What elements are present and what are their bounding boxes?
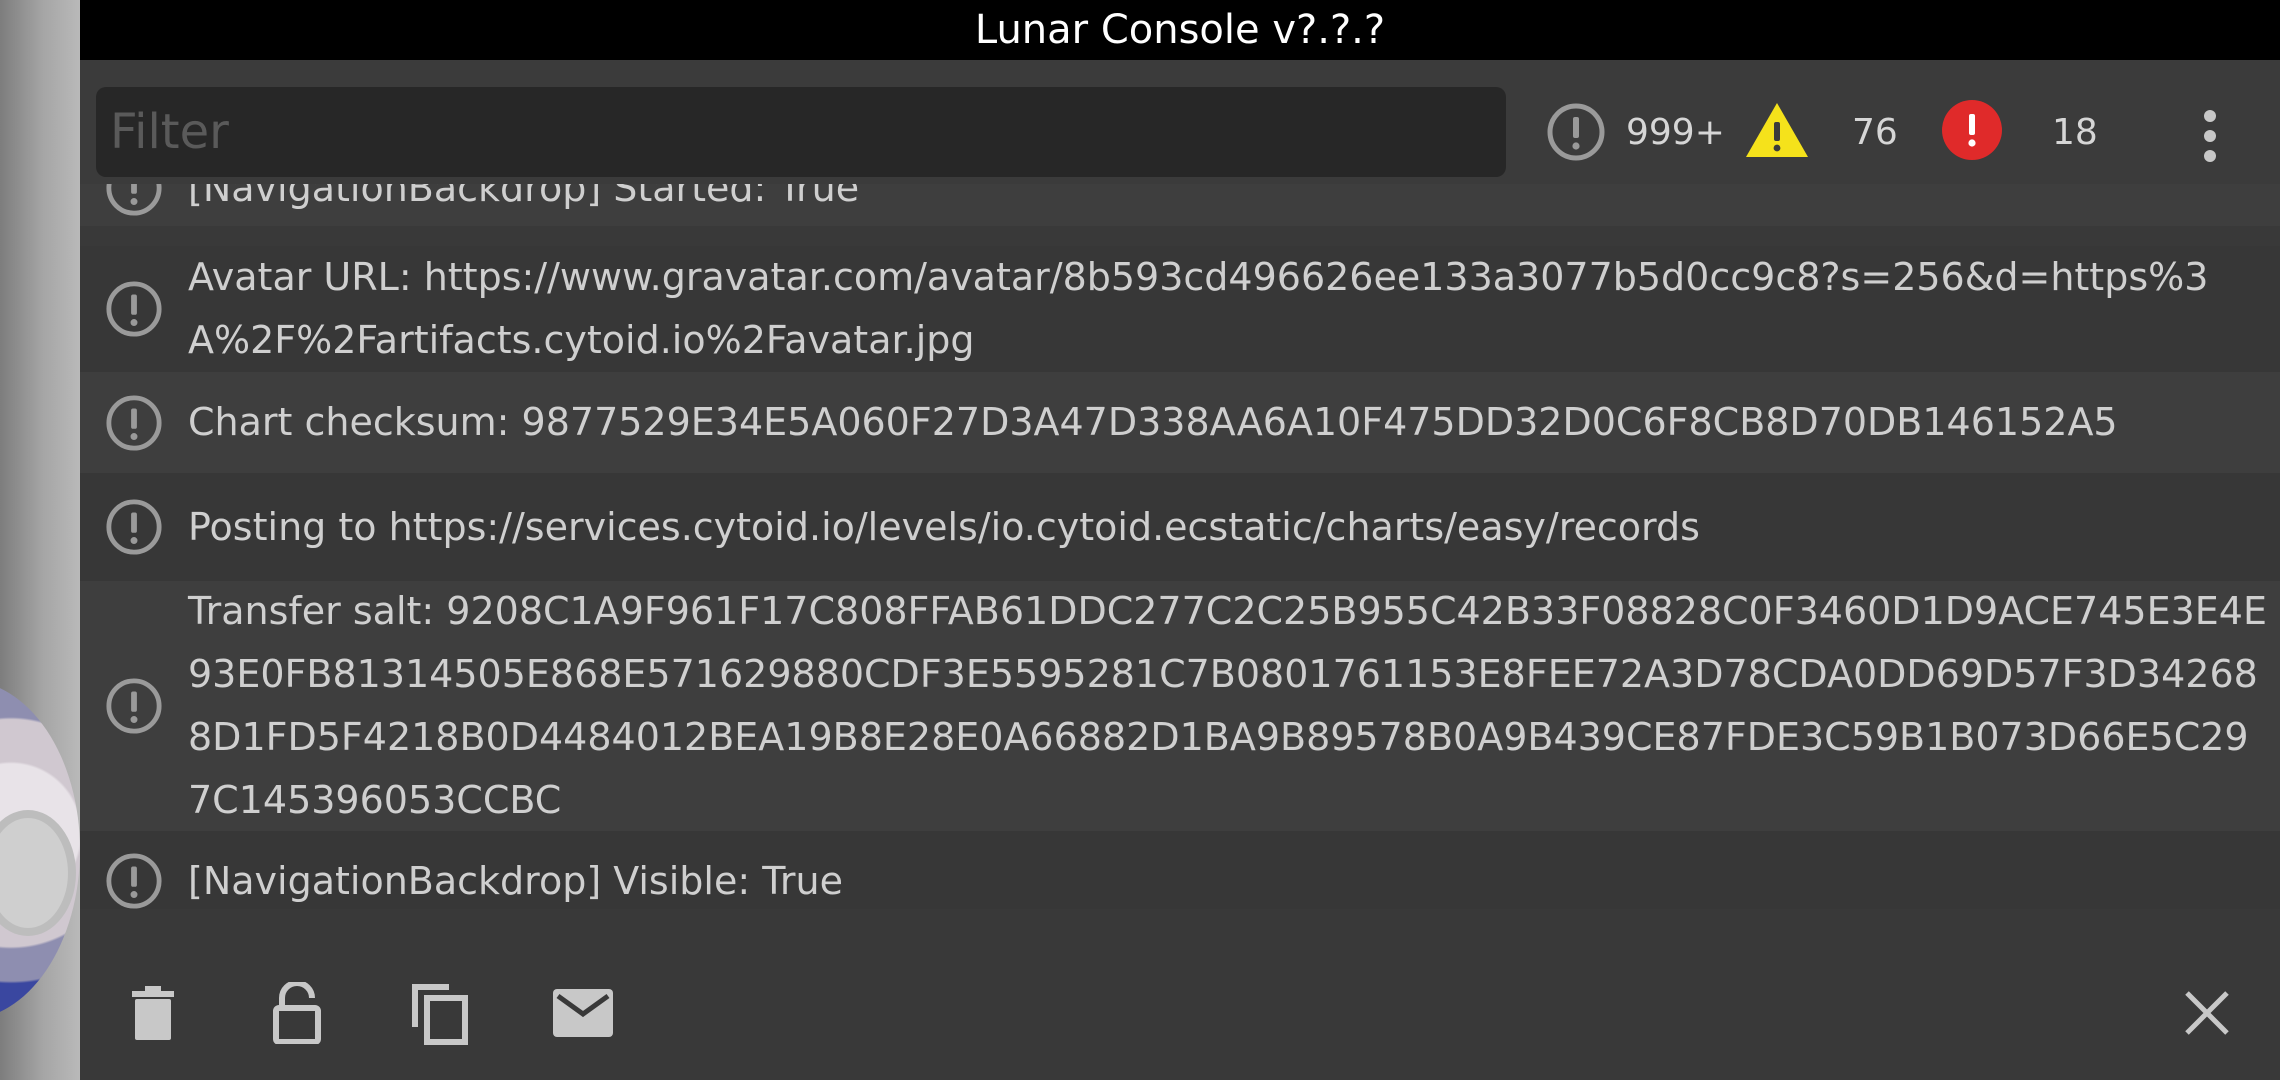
close-icon[interactable] xyxy=(2172,978,2242,1048)
filter-field[interactable] xyxy=(96,87,1506,177)
error-icon xyxy=(1942,100,2002,164)
info-icon xyxy=(1546,102,1606,162)
log-message: [NavigationBackdrop] Started: True xyxy=(188,184,860,210)
lock-open-icon[interactable] xyxy=(262,978,332,1048)
console-bottom-bar xyxy=(80,930,2280,1080)
log-count: 999+ xyxy=(1626,111,1725,153)
mail-icon[interactable] xyxy=(548,978,618,1048)
error-count: 18 xyxy=(2052,111,2098,153)
info-icon xyxy=(80,852,188,909)
error-counter[interactable]: 18 xyxy=(1942,100,2098,164)
warning-counter[interactable]: 76 xyxy=(1744,100,1898,164)
log-row[interactable]: [NavigationBackdrop] Started: True xyxy=(80,184,2280,226)
info-icon xyxy=(80,280,188,338)
trash-icon[interactable] xyxy=(118,978,188,1048)
info-icon xyxy=(80,498,188,556)
info-icon xyxy=(80,184,188,217)
filter-input[interactable] xyxy=(96,87,1506,177)
warning-icon xyxy=(1744,100,1810,164)
log-row[interactable]: Transfer salt: 9208C1A9F961F17C808FFAB61… xyxy=(80,581,2280,831)
copy-icon[interactable] xyxy=(404,978,474,1048)
info-icon xyxy=(80,677,188,735)
log-message: Transfer salt: 9208C1A9F961F17C808FFAB61… xyxy=(188,589,2267,822)
info-icon xyxy=(80,394,188,452)
log-counter[interactable]: 999+ xyxy=(1546,102,1725,162)
log-message: [NavigationBackdrop] Visible: True xyxy=(188,858,843,903)
console-title: Lunar Console v?.?.? xyxy=(80,0,2280,60)
warning-count: 76 xyxy=(1852,111,1898,153)
log-row[interactable]: Avatar URL: https://www.gravatar.com/ava… xyxy=(80,246,2280,372)
log-message: Avatar URL: https://www.gravatar.com/ava… xyxy=(188,255,2209,362)
log-message: Chart checksum: 9877529E34E5A060F27D3A47… xyxy=(188,400,2118,444)
log-list[interactable]: [NavigationBackdrop] Started: True Avata… xyxy=(80,184,2280,909)
log-row[interactable]: Posting to https://services.cytoid.io/le… xyxy=(80,473,2280,581)
log-row[interactable]: [NavigationBackdrop] Visible: True xyxy=(80,831,2280,909)
overflow-menu-icon[interactable] xyxy=(2195,106,2225,166)
log-row[interactable]: Chart checksum: 9877529E34E5A060F27D3A47… xyxy=(80,372,2280,473)
log-message: Posting to https://services.cytoid.io/le… xyxy=(188,504,1700,549)
lunar-console: Lunar Console v?.?.? 999+ xyxy=(80,0,2280,1080)
console-toolbar: 999+ 76 18 xyxy=(80,60,2280,184)
game-background xyxy=(0,0,80,1080)
